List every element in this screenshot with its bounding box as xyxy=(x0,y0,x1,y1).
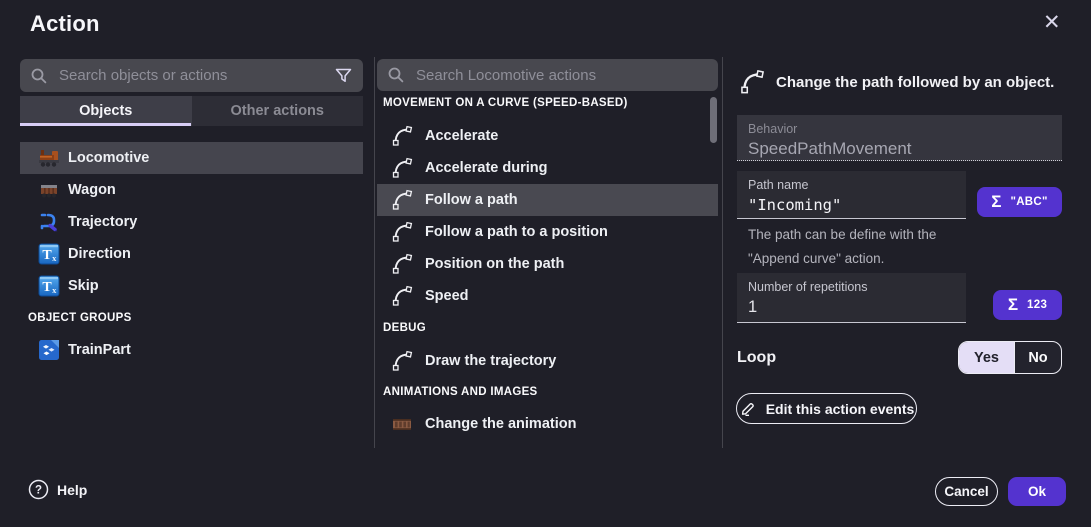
path-curve-icon xyxy=(391,157,413,179)
path-curve-icon xyxy=(391,189,413,211)
svg-text:T: T xyxy=(42,280,52,295)
left-tabs: Objects Other actions xyxy=(20,96,363,126)
sigma-icon: Σ xyxy=(1008,295,1018,315)
action-item-follow-a-path-to-position[interactable]: Follow a path to a position xyxy=(377,216,718,248)
object-label: Direction xyxy=(68,246,131,262)
abc-label: "ABC" xyxy=(1010,196,1047,208)
active-tab-indicator xyxy=(20,123,191,126)
path-curve-icon xyxy=(391,350,413,372)
action-description: Change the path followed by an object. xyxy=(776,74,1068,91)
path-curve-icon xyxy=(391,253,413,275)
help-button[interactable]: ? Help xyxy=(28,479,87,500)
action-label: Position on the path xyxy=(425,256,564,272)
repetitions-label: Number of repetitions xyxy=(748,280,955,294)
group-label: TrainPart xyxy=(68,342,131,358)
svg-text:?: ? xyxy=(35,485,42,497)
objects-search-box xyxy=(20,59,363,92)
text-object-icon: T x xyxy=(36,273,62,299)
scrollbar-thumb[interactable] xyxy=(710,97,717,143)
loop-toggle-yes[interactable]: Yes xyxy=(959,342,1014,373)
text-object-icon: T x xyxy=(36,241,62,267)
object-label: Skip xyxy=(68,278,99,294)
object-group-icon xyxy=(36,337,62,363)
svg-text:T: T xyxy=(42,248,52,263)
action-label: Draw the trajectory xyxy=(425,353,556,369)
loop-toggle-no[interactable]: No xyxy=(1014,342,1061,373)
cancel-button[interactable]: Cancel xyxy=(935,477,998,506)
help-label: Help xyxy=(57,482,87,498)
dialog-title: Action xyxy=(30,11,100,37)
pencil-icon xyxy=(739,400,756,417)
action-label: Change the animation xyxy=(425,416,576,432)
object-row-trajectory[interactable]: Trajectory xyxy=(20,206,363,238)
section-header: DEBUG xyxy=(383,314,426,342)
number-expression-button[interactable]: Σ 123 xyxy=(993,290,1062,320)
string-expression-button[interactable]: Σ "ABC" xyxy=(977,187,1062,217)
animation-film-icon xyxy=(391,413,413,435)
object-label: Trajectory xyxy=(68,214,137,230)
close-icon[interactable]: ✕ xyxy=(1043,12,1061,33)
path-help-line-2: "Append curve" action. xyxy=(748,251,884,266)
action-item-follow-a-path[interactable]: Follow a path xyxy=(377,184,718,216)
path-name-input[interactable] xyxy=(748,196,955,214)
tab-objects[interactable]: Objects xyxy=(20,96,192,126)
object-label: Wagon xyxy=(68,182,116,198)
object-row-wagon[interactable]: Wagon xyxy=(20,174,363,206)
tab-other-actions[interactable]: Other actions xyxy=(192,96,364,126)
action-item-speed[interactable]: Speed xyxy=(377,280,718,312)
action-item-draw-trajectory[interactable]: Draw the trajectory xyxy=(377,345,718,377)
path-name-label: Path name xyxy=(748,178,955,192)
action-label: Accelerate xyxy=(425,128,498,144)
object-row-direction[interactable]: T x Direction xyxy=(20,238,363,270)
edit-action-events-button[interactable]: Edit this action events xyxy=(736,393,917,424)
action-label: Speed xyxy=(425,288,469,304)
svg-text:x: x xyxy=(52,253,57,263)
trajectory-icon xyxy=(36,209,62,235)
object-row-skip[interactable]: T x Skip xyxy=(20,270,363,302)
filter-icon[interactable] xyxy=(334,66,353,85)
action-item-accelerate[interactable]: Accelerate xyxy=(377,120,718,152)
help-icon: ? xyxy=(28,479,49,500)
path-curve-icon xyxy=(391,125,413,147)
repetitions-input[interactable] xyxy=(748,298,955,317)
behavior-field: Behavior SpeedPathMovement xyxy=(737,115,1062,161)
left-divider xyxy=(374,57,375,448)
search-icon xyxy=(30,67,48,85)
action-item-change-animation[interactable]: Change the animation xyxy=(377,408,718,440)
path-curve-icon xyxy=(391,221,413,243)
path-name-field: Path name xyxy=(737,171,966,219)
action-label: Follow a path xyxy=(425,192,518,208)
path-help-line-1: The path can be define with the xyxy=(748,227,936,242)
loop-label: Loop xyxy=(737,349,776,367)
sigma-icon: Σ xyxy=(991,192,1001,212)
object-label: Locomotive xyxy=(68,150,149,166)
action-label: Follow a path to a position xyxy=(425,224,608,240)
action-item-accelerate-during[interactable]: Accelerate during xyxy=(377,152,718,184)
repetitions-field: Number of repetitions xyxy=(737,273,966,323)
section-header: MOVEMENT ON A CURVE (SPEED-BASED) xyxy=(383,89,628,117)
edit-button-label: Edit this action events xyxy=(766,401,915,417)
search-icon xyxy=(387,66,405,84)
wagon-icon xyxy=(36,177,62,203)
group-row-trainpart[interactable]: TrainPart xyxy=(20,334,363,366)
path-curve-icon xyxy=(391,285,413,307)
object-groups-header: OBJECT GROUPS xyxy=(28,302,132,334)
object-row-locomotive[interactable]: Locomotive xyxy=(20,142,363,174)
actions-search-box xyxy=(377,59,718,91)
behavior-field-value: SpeedPathMovement xyxy=(748,139,1051,159)
ok-button[interactable]: Ok xyxy=(1008,477,1066,506)
action-label: Accelerate during xyxy=(425,160,548,176)
action-item-position-on-path[interactable]: Position on the path xyxy=(377,248,718,280)
path-curve-icon xyxy=(739,69,765,100)
action-dialog: Action ✕ Objects Other actions Locomotiv… xyxy=(0,0,1091,527)
section-header: ANIMATIONS AND IMAGES xyxy=(383,378,538,406)
loop-toggle: Yes No xyxy=(958,341,1062,374)
svg-text:x: x xyxy=(52,285,57,295)
locomotive-icon xyxy=(36,145,62,171)
objects-search-input[interactable] xyxy=(57,66,334,85)
num-label: 123 xyxy=(1027,299,1047,311)
behavior-field-label: Behavior xyxy=(748,122,1051,136)
right-divider xyxy=(722,57,723,448)
actions-search-input[interactable] xyxy=(414,66,708,85)
